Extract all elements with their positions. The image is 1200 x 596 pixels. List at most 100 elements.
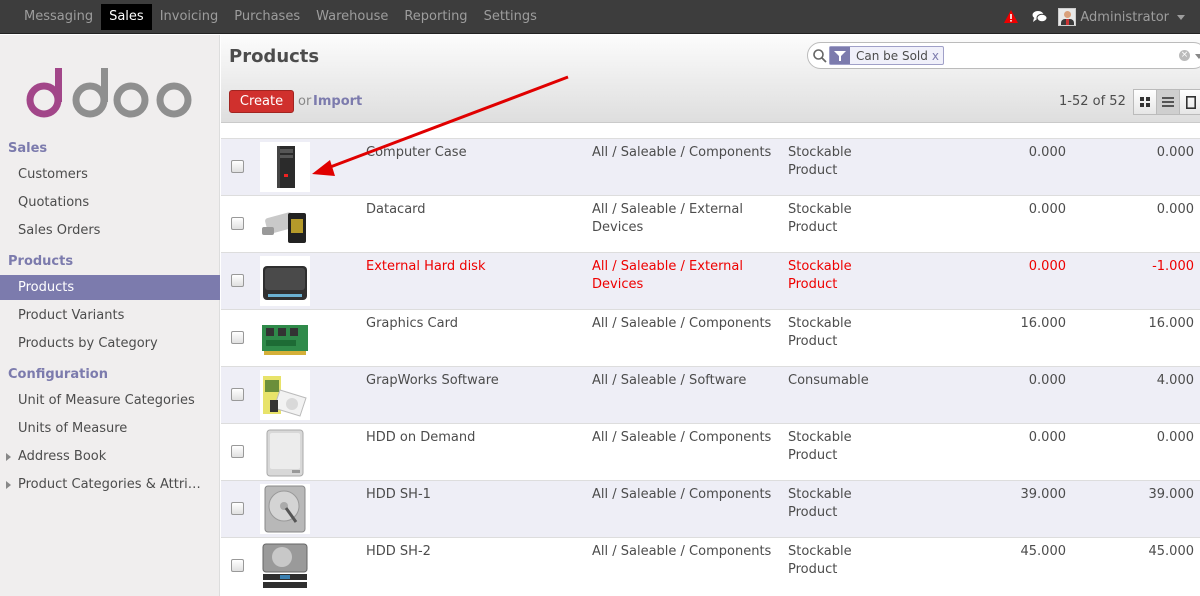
sidebar-item-uom[interactable]: Units of Measure bbox=[0, 416, 220, 441]
table-row[interactable]: Datacard All / Saleable / External Device… bbox=[221, 195, 1200, 252]
form-view-button[interactable] bbox=[1179, 89, 1200, 115]
pager-value[interactable]: 1-52 of 52 bbox=[1059, 94, 1126, 109]
product-type: Consumable bbox=[788, 373, 869, 388]
menu-purchases[interactable]: Purchases bbox=[226, 4, 308, 30]
create-button[interactable]: Create bbox=[229, 90, 294, 113]
sidebar-item-quotations[interactable]: Quotations bbox=[0, 190, 220, 215]
or-label: or bbox=[298, 94, 312, 109]
expand-icon[interactable] bbox=[6, 481, 11, 489]
forecast-qty: 0.000 bbox=[1156, 430, 1194, 445]
odoo-logo bbox=[26, 68, 192, 118]
row-checkbox[interactable] bbox=[231, 502, 244, 515]
filter-icon bbox=[830, 47, 850, 64]
qty-on-hand: 0.000 bbox=[1028, 373, 1066, 388]
qty-on-hand: 0.000 bbox=[1028, 145, 1066, 160]
software-box-image bbox=[260, 370, 310, 420]
hdd-image bbox=[260, 427, 310, 477]
sidebar-item-sales-orders[interactable]: Sales Orders bbox=[0, 218, 220, 243]
sidebar-item-product-variants[interactable]: Product Variants bbox=[0, 303, 220, 328]
product-name: HDD SH-1 bbox=[366, 487, 431, 502]
table-row[interactable]: GrapWorks Software All / Saleable / Soft… bbox=[221, 366, 1200, 423]
row-checkbox[interactable] bbox=[231, 559, 244, 572]
list-view-button[interactable] bbox=[1156, 89, 1180, 115]
sidebar-item-label: Address Book bbox=[18, 449, 107, 464]
kanban-icon bbox=[1140, 97, 1150, 107]
hdd-stack-image bbox=[260, 541, 310, 591]
computer-case-image bbox=[260, 142, 310, 192]
chevron-down-icon[interactable] bbox=[1177, 14, 1185, 20]
sidebar-item-address-book[interactable]: Address Book bbox=[0, 444, 220, 469]
forecast-qty: 45.000 bbox=[1148, 544, 1195, 559]
product-type: Stockable Product bbox=[788, 544, 852, 577]
sidebar-item-label: Product Categories & Attri… bbox=[18, 477, 201, 492]
menu-messaging[interactable]: Messaging bbox=[16, 4, 101, 30]
menu-invoicing[interactable]: Invoicing bbox=[152, 4, 227, 30]
product-category: All / Saleable / External Devices bbox=[592, 202, 743, 235]
row-checkbox[interactable] bbox=[231, 331, 244, 344]
sidebar-item-products-by-category[interactable]: Products by Category bbox=[0, 331, 220, 356]
user-menu[interactable]: Administrator bbox=[1080, 10, 1169, 25]
search-bar[interactable]: Can be Sold x × bbox=[807, 42, 1200, 69]
sidebar: Sales Customers Quotations Sales Orders … bbox=[0, 35, 220, 596]
import-link[interactable]: Import bbox=[313, 94, 362, 109]
table-row[interactable]: External Hard disk All / Saleable / Exte… bbox=[221, 252, 1200, 309]
sidebar-item-uom-categories[interactable]: Unit of Measure Categories bbox=[0, 388, 220, 413]
table-row[interactable]: HDD SH-1 All / Saleable / Components Sto… bbox=[221, 480, 1200, 537]
qty-on-hand: 39.000 bbox=[1020, 487, 1067, 502]
search-facet[interactable]: Can be Sold x bbox=[829, 46, 944, 65]
product-name: External Hard disk bbox=[366, 259, 486, 274]
menu-sales[interactable]: Sales bbox=[101, 4, 152, 30]
row-checkbox[interactable] bbox=[231, 274, 244, 287]
section-products: Products bbox=[8, 254, 74, 269]
qty-on-hand: 45.000 bbox=[1020, 544, 1067, 559]
table-row[interactable]: Computer Case All / Saleable / Component… bbox=[221, 138, 1200, 195]
menu-reporting[interactable]: Reporting bbox=[396, 4, 475, 30]
topbar-right: Administrator bbox=[1004, 0, 1200, 34]
sidebar-item-customers[interactable]: Customers bbox=[0, 162, 220, 187]
clear-search-icon[interactable]: × bbox=[1179, 50, 1190, 61]
sidebar-item-products[interactable]: Products bbox=[0, 275, 220, 300]
product-name: Computer Case bbox=[366, 145, 467, 160]
row-checkbox[interactable] bbox=[231, 388, 244, 401]
control-panel: Products Can be Sold x × Create or Impor… bbox=[221, 35, 1200, 123]
search-icon[interactable] bbox=[812, 48, 828, 64]
product-type: Stockable Product bbox=[788, 430, 852, 463]
section-sales: Sales bbox=[8, 141, 48, 156]
menu-warehouse[interactable]: Warehouse bbox=[308, 4, 396, 30]
product-name: Datacard bbox=[366, 202, 426, 217]
qty-on-hand: 0.000 bbox=[1028, 202, 1066, 217]
product-name: HDD SH-2 bbox=[366, 544, 431, 559]
expand-icon[interactable] bbox=[6, 453, 11, 461]
row-checkbox[interactable] bbox=[231, 445, 244, 458]
facet-label: Can be Sold bbox=[856, 48, 928, 63]
row-checkbox[interactable] bbox=[231, 160, 244, 173]
list-icon bbox=[1162, 97, 1174, 107]
product-category: All / Saleable / Components bbox=[592, 430, 772, 445]
table-row[interactable]: HDD on Demand All / Saleable / Component… bbox=[221, 423, 1200, 480]
qty-on-hand: 0.000 bbox=[1028, 259, 1066, 274]
search-options-dropdown-icon[interactable] bbox=[1195, 54, 1200, 59]
product-category: All / Saleable / Components bbox=[592, 487, 772, 502]
warning-icon[interactable] bbox=[1004, 10, 1019, 24]
chat-icon[interactable] bbox=[1032, 10, 1048, 24]
sidebar-item-product-categories[interactable]: Product Categories & Attri… bbox=[0, 472, 220, 497]
product-type: Stockable Product bbox=[788, 487, 852, 520]
avatar[interactable] bbox=[1058, 8, 1077, 26]
product-type: Stockable Product bbox=[788, 259, 852, 292]
hdd-open-image bbox=[260, 484, 310, 534]
product-type: Stockable Product bbox=[788, 145, 852, 178]
qty-on-hand: 0.000 bbox=[1028, 430, 1066, 445]
menu-settings[interactable]: Settings bbox=[476, 4, 545, 30]
datacard-image bbox=[260, 199, 310, 249]
facet-remove[interactable]: x bbox=[932, 49, 943, 63]
forecast-qty: 0.000 bbox=[1156, 145, 1194, 160]
external-hard-disk-image bbox=[260, 256, 310, 306]
product-type: Stockable Product bbox=[788, 316, 852, 349]
graphics-card-image bbox=[260, 313, 310, 363]
table-row[interactable]: Graphics Card All / Saleable / Component… bbox=[221, 309, 1200, 366]
row-checkbox[interactable] bbox=[231, 217, 244, 230]
product-category: All / Saleable / Components bbox=[592, 145, 772, 160]
kanban-view-button[interactable] bbox=[1133, 89, 1157, 115]
table-row[interactable]: HDD SH-2 All / Saleable / Components Sto… bbox=[221, 537, 1200, 594]
forecast-qty: 4.000 bbox=[1156, 373, 1194, 388]
